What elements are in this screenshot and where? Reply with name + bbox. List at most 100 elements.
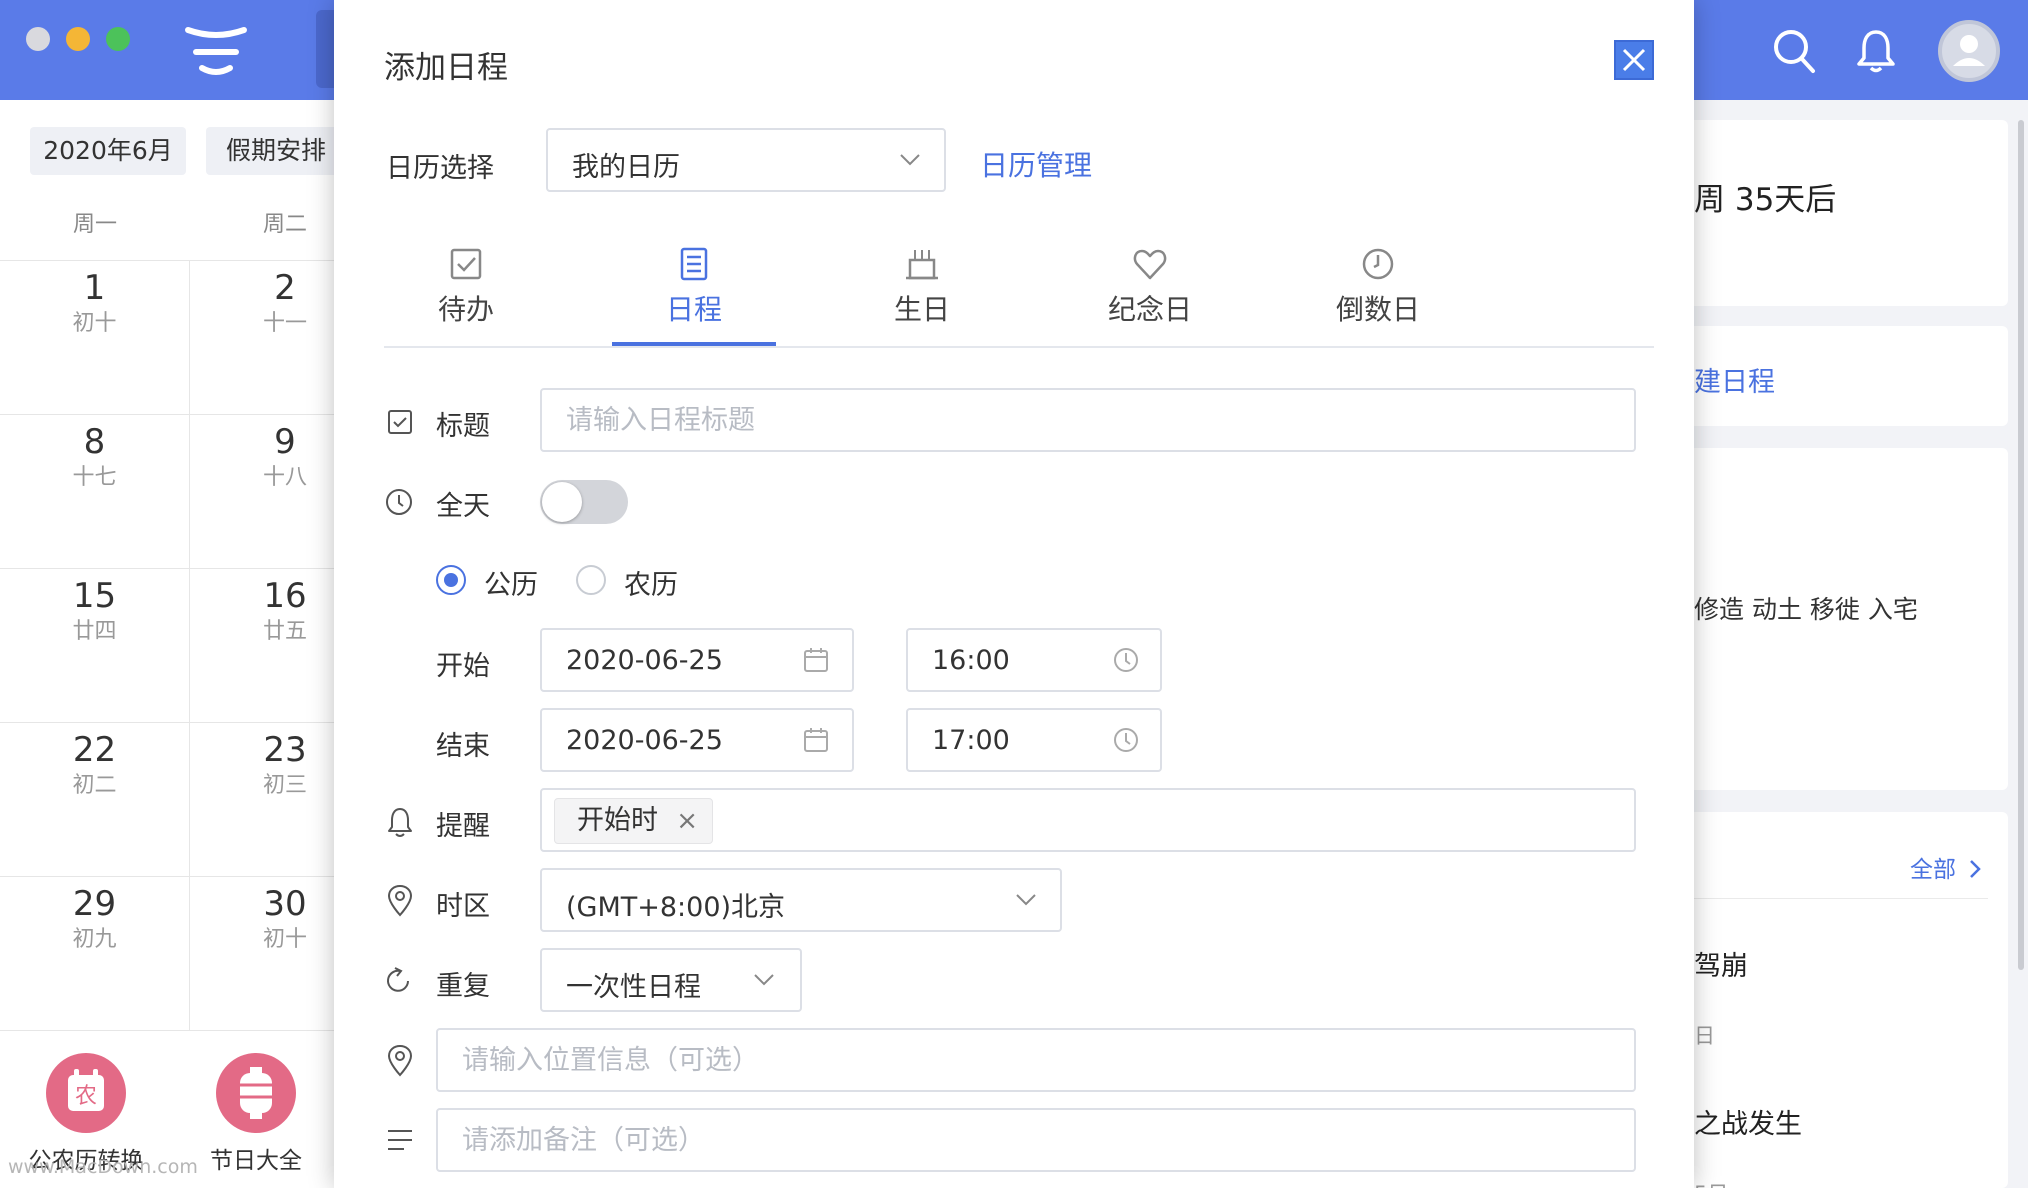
window-close-button[interactable] (26, 27, 50, 51)
title-label: 标题 (436, 411, 490, 442)
end-time-field[interactable]: 17:00 (906, 708, 1162, 772)
clock-icon (1362, 248, 1394, 280)
end-date-field[interactable]: 2020-06-25 (540, 708, 854, 772)
lunar-calendar-radio[interactable] (576, 565, 606, 595)
close-button[interactable] (1614, 40, 1654, 80)
history-card: 全部 驾崩 日 之战发生 5日 (1694, 812, 2008, 1188)
solar-calendar-label: 公历 (484, 570, 538, 601)
notes-field[interactable] (436, 1108, 1636, 1172)
user-icon (1953, 35, 1985, 66)
month-chip[interactable]: 2020年6月 (30, 127, 186, 175)
avatar[interactable] (1938, 20, 2000, 82)
tab-birthday[interactable]: 生日 (840, 246, 1004, 346)
location-input[interactable] (438, 1030, 1634, 1090)
dialog-title: 添加日程 (384, 50, 508, 86)
notes-icon (388, 1130, 412, 1150)
new-schedule-link[interactable]: 建日程 (1694, 360, 1775, 399)
festival-tool[interactable]: 节日大全 (176, 1053, 336, 1175)
history-event[interactable]: 之战发生 (1694, 1102, 1802, 1141)
calendar-manage-link[interactable]: 日历管理 (980, 144, 1092, 184)
chevron-down-icon (754, 974, 774, 986)
timezone-value: (GMT+8:00)北京 (566, 892, 786, 923)
tab-label: 纪念日 (1107, 293, 1192, 326)
calendar-lunar-date: 廿四 (72, 619, 117, 644)
end-label: 结束 (436, 731, 490, 762)
app-logo-icon (185, 27, 247, 75)
solar-calendar-radio[interactable] (436, 565, 466, 595)
start-date-field[interactable]: 2020-06-25 (540, 628, 854, 692)
new-schedule-card[interactable]: 建日程 (1694, 326, 2008, 426)
calendar-week: 29 初九 30 初十 (0, 876, 340, 1031)
holiday-chip[interactable]: 假期安排 (206, 127, 346, 175)
location-pin-icon (387, 884, 413, 917)
scrollbar[interactable] (2018, 120, 2024, 970)
start-label: 开始 (436, 651, 490, 682)
chevron-right-icon (1970, 860, 1982, 878)
repeat-value: 一次性日程 (566, 972, 701, 1003)
weekday-header: 周一 (72, 212, 117, 237)
close-icon (1622, 48, 1646, 72)
history-event[interactable]: 驾崩 (1694, 944, 1748, 983)
tab-countdown[interactable]: 倒数日 (1296, 246, 1460, 346)
start-time-field[interactable]: 16:00 (906, 628, 1162, 692)
right-panel: 周 35天后 建日程 修造 动土 移徙 入宅 全部 驾崩 日 之战发生 5日 (1694, 100, 2028, 1188)
title-field[interactable] (540, 388, 1636, 452)
calendar-day-number: 1 (83, 268, 106, 308)
timezone-select[interactable]: (GMT+8:00)北京 (540, 868, 1062, 932)
calendar-day-cell[interactable]: 1 初十 (0, 261, 190, 415)
tab-schedule[interactable]: 日程 (612, 246, 776, 346)
location-field[interactable] (436, 1028, 1636, 1092)
all-link[interactable]: 全部 (1910, 850, 1983, 884)
reminder-tag-label: 开始时 (577, 805, 658, 836)
calendar-day-cell[interactable]: 29 初九 (0, 877, 190, 1031)
window-maximize-button[interactable] (106, 27, 130, 51)
calendar-day-number: 15 (72, 576, 117, 616)
calendar-day-cell[interactable]: 15 廿四 (0, 569, 190, 723)
location-icon (387, 1044, 413, 1077)
calendar-day-number: 8 (83, 422, 106, 462)
bell-icon[interactable] (1856, 28, 1896, 74)
lantern-icon (216, 1053, 296, 1133)
tab-anniversary[interactable]: 纪念日 (1068, 246, 1232, 346)
calendar-day-number: 29 (72, 884, 117, 924)
reminder-tag: 开始时 × (554, 798, 713, 844)
notes-input[interactable] (438, 1110, 1634, 1170)
countdown-card[interactable]: 周 35天后 (1694, 120, 2008, 306)
calendar-lunar-date: 初十 (72, 311, 117, 336)
calendar-select-label: 日历选择 (386, 153, 494, 184)
checkbox-icon (450, 248, 482, 280)
calendar-day-cell[interactable]: 22 初二 (0, 723, 190, 877)
calendar-week: 8 十七 9 十八 (0, 414, 340, 569)
calendar-select[interactable]: 我的日历 (546, 128, 946, 192)
calendar-lunar-date: 十七 (72, 465, 117, 490)
reminder-field[interactable]: 开始时 × (540, 788, 1636, 852)
tab-todo[interactable]: 待办 (384, 246, 548, 346)
calendar-day-cell[interactable]: 8 十七 (0, 415, 190, 569)
chevron-down-icon (900, 154, 920, 166)
start-date-value: 2020-06-25 (566, 645, 723, 676)
clock-icon (1114, 728, 1138, 752)
tab-label: 待办 (437, 293, 494, 326)
all-day-toggle[interactable] (540, 480, 628, 524)
window-minimize-button[interactable] (66, 27, 90, 51)
tab-label: 生日 (893, 293, 950, 326)
all-link-label: 全部 (1910, 857, 1956, 883)
calendar-select-value: 我的日历 (572, 152, 680, 183)
add-schedule-dialog: 添加日程 日历选择 我的日历 日历管理 待办 日程 生日 纪念日 倒数日 标题 … (334, 0, 1694, 1188)
remove-tag-icon[interactable]: × (676, 799, 698, 843)
calendar-lunar-date: 初九 (72, 927, 117, 952)
repeat-select[interactable]: 一次性日程 (540, 948, 802, 1012)
calendar-week: 22 初二 23 初三 (0, 722, 340, 877)
lunar-calendar-label: 农历 (624, 570, 678, 601)
search-icon[interactable] (1772, 28, 1816, 74)
calendar-day-number: 22 (72, 730, 117, 770)
lunar-glyph: 农 (75, 1084, 97, 1109)
calendar-week: 1 初十 2 十一 (0, 260, 340, 415)
calendar-icon (804, 728, 828, 752)
history-date: 日 (1694, 1024, 1715, 1048)
repeat-icon (387, 967, 409, 992)
heart-icon (1133, 249, 1167, 280)
title-input[interactable] (542, 390, 1634, 450)
chevron-down-icon (1016, 894, 1036, 906)
divider (1694, 898, 1988, 899)
